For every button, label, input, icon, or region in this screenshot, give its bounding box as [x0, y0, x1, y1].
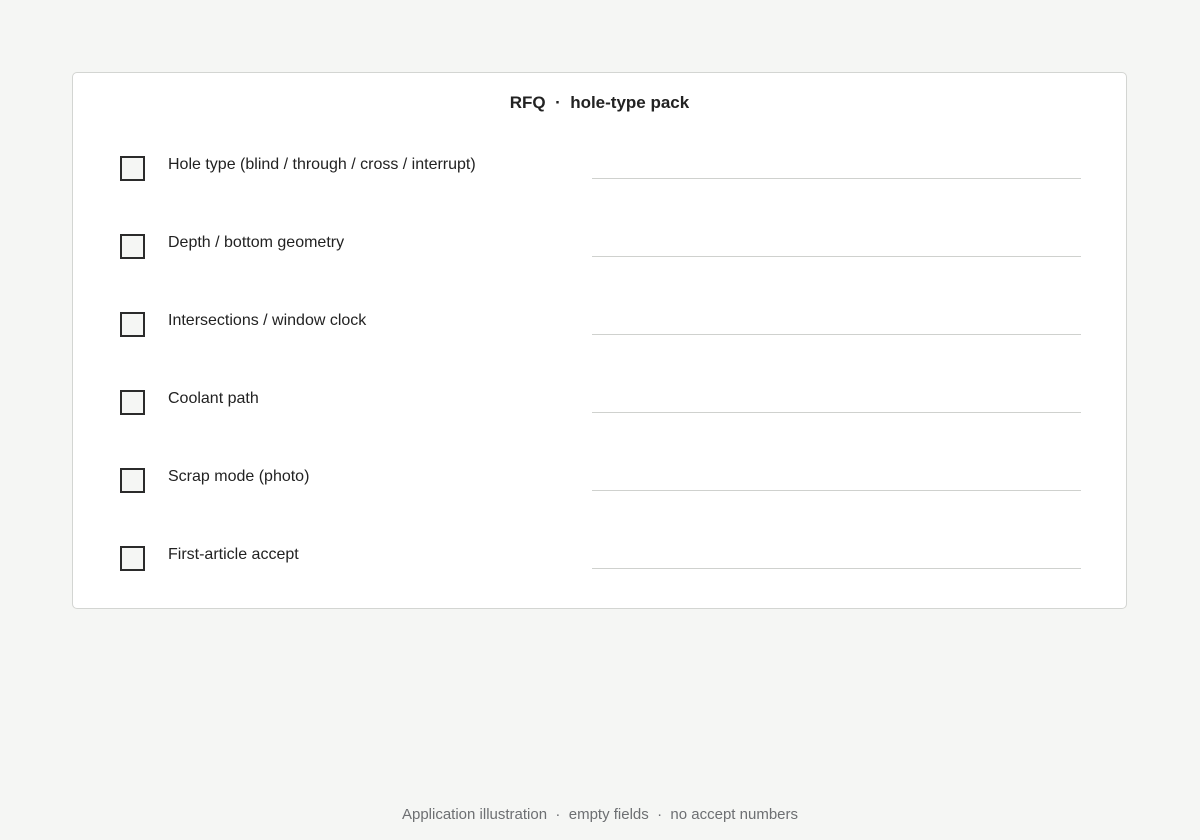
scrap-mode-label: Scrap mode (photo) — [168, 468, 310, 485]
first-article-label: First-article accept — [168, 546, 299, 563]
scrap-mode-field[interactable] — [592, 467, 1081, 491]
checklist-row-depth: Depth / bottom geometry — [73, 229, 1126, 269]
coolant-path-label: Coolant path — [168, 390, 259, 407]
first-article-field[interactable] — [592, 545, 1081, 569]
coolant-path-field[interactable] — [592, 389, 1081, 413]
depth-field[interactable] — [592, 233, 1081, 257]
checklist-row-scrap-mode: Scrap mode (photo) — [73, 463, 1126, 503]
checklist: Hole type (blind / through / cross / int… — [73, 73, 1126, 608]
hole-type-label: Hole type (blind / through / cross / int… — [168, 156, 476, 173]
first-article-checkbox[interactable] — [120, 546, 145, 571]
depth-checkbox[interactable] — [120, 234, 145, 259]
checklist-row-hole-type: Hole type (blind / through / cross / int… — [73, 151, 1126, 191]
rfq-card: RFQ · hole-type pack Hole type (blind / … — [72, 72, 1127, 609]
hole-type-checkbox[interactable] — [120, 156, 145, 181]
footer-caption: Application illustration · empty fields … — [401, 806, 798, 823]
checklist-row-first-article: First-article accept — [73, 541, 1126, 581]
intersections-field[interactable] — [592, 311, 1081, 335]
scrap-mode-checkbox[interactable] — [120, 468, 145, 493]
checklist-row-intersections: Intersections / window clock — [73, 307, 1126, 347]
coolant-path-checkbox[interactable] — [120, 390, 145, 415]
intersections-label: Intersections / window clock — [168, 312, 367, 329]
depth-label: Depth / bottom geometry — [168, 234, 345, 251]
hole-type-field[interactable] — [592, 155, 1081, 179]
intersections-checkbox[interactable] — [120, 312, 145, 337]
checklist-row-coolant-path: Coolant path — [73, 385, 1126, 425]
